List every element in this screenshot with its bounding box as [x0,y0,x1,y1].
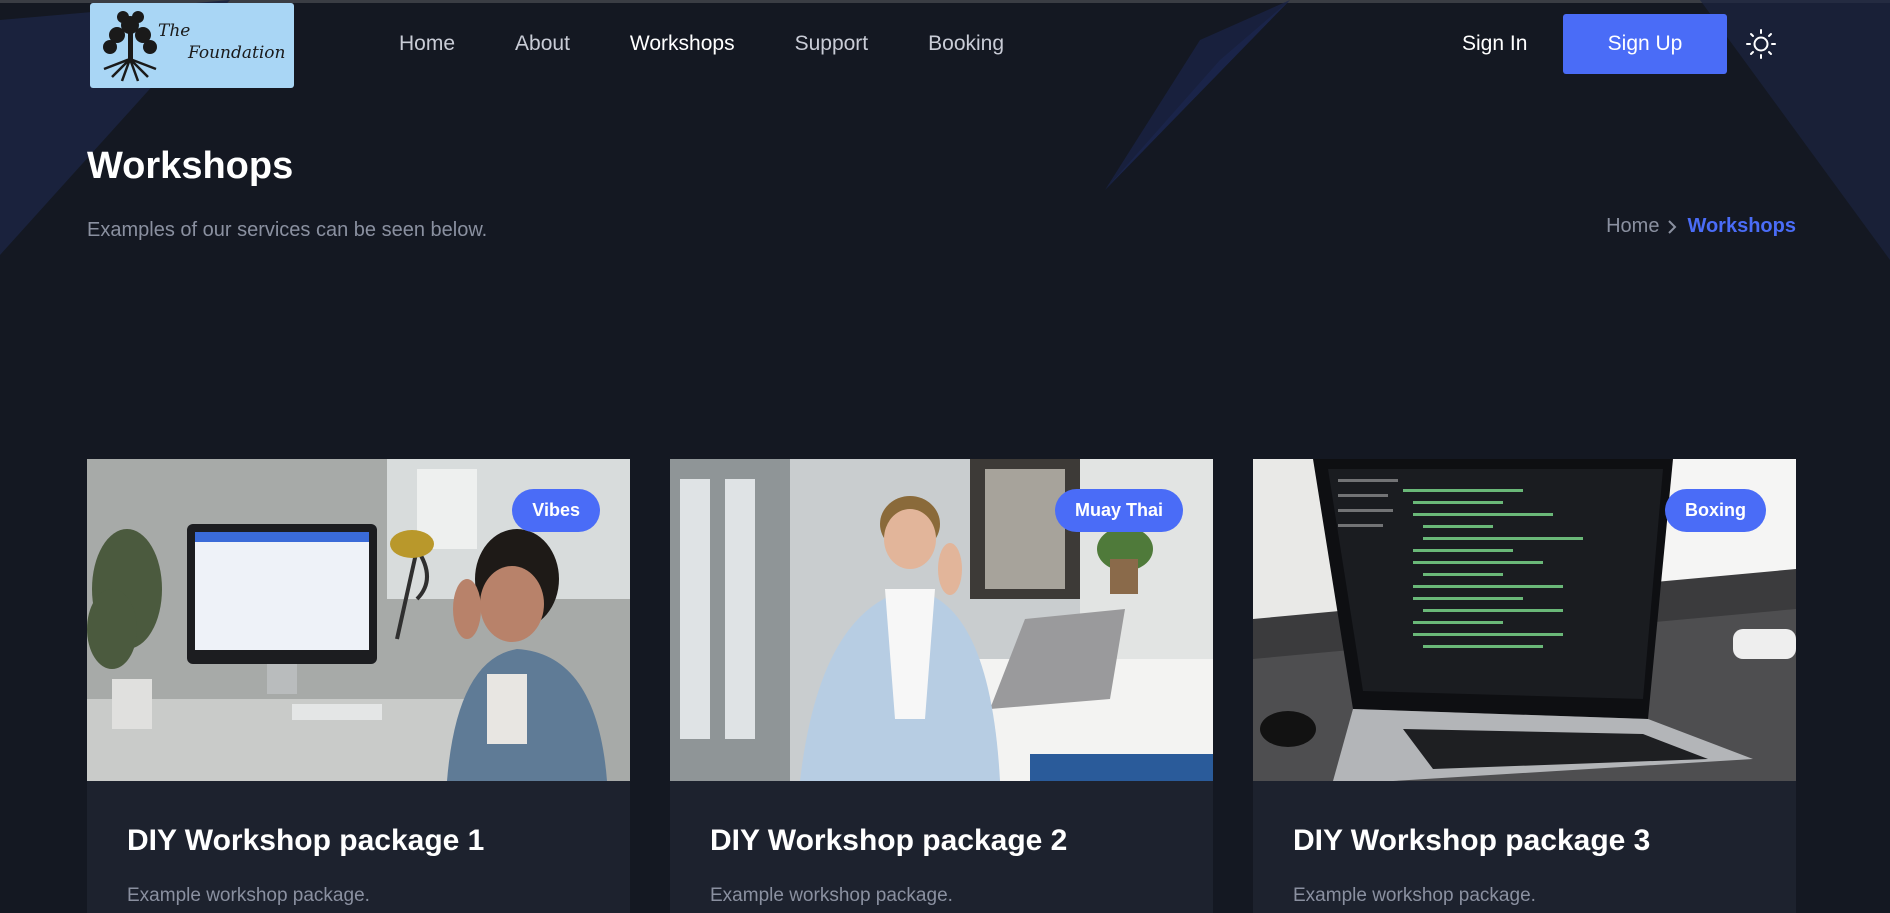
breadcrumb: Home Workshops [1606,215,1796,238]
card-description: Example workshop package. [1293,885,1536,906]
category-tag[interactable]: Vibes [512,489,600,532]
nav-booking[interactable]: Booking [928,29,1004,59]
breadcrumb-current: Workshops [1687,215,1796,237]
logo-text-line2: Foundation [187,43,285,63]
breadcrumb-home[interactable]: Home [1606,215,1659,238]
workshop-card[interactable]: Vibes DIY Workshop package 1 Example wor… [87,459,630,913]
page-subtitle: Examples of our services can be seen bel… [87,219,488,241]
nav-about[interactable]: About [515,29,570,59]
nav-workshops[interactable]: Workshops [630,29,735,59]
workshop-card[interactable]: Muay Thai DIY Workshop package 2 Example… [670,459,1213,913]
nav-support[interactable]: Support [795,29,869,59]
sign-in-link[interactable]: Sign In [1462,29,1527,59]
card-title[interactable]: DIY Workshop package 3 [1293,824,1650,858]
category-tag[interactable]: Boxing [1665,489,1766,532]
page-title: Workshops [87,145,294,187]
category-tag[interactable]: Muay Thai [1054,489,1183,532]
card-description: Example workshop package. [127,885,370,906]
card-image-man-at-desk[interactable]: Vibes [87,459,630,781]
chevron-right-icon [1667,219,1677,234]
sign-up-button[interactable]: Sign Up [1563,14,1727,74]
main-nav: Home About Workshops Support Booking [399,29,1064,59]
card-image-laptop-code[interactable]: Boxing [1253,459,1796,781]
site-logo[interactable]: The Foundation [90,3,294,88]
workshop-card[interactable]: Boxing DIY Workshop package 3 Example wo… [1253,459,1796,913]
card-title[interactable]: DIY Workshop package 1 [127,824,484,858]
workshop-cards: Vibes DIY Workshop package 1 Example wor… [87,459,1796,913]
logo-text-line1: The [158,21,190,41]
sun-icon[interactable] [1745,28,1777,60]
card-description: Example workshop package. [710,885,953,906]
card-title[interactable]: DIY Workshop package 2 [710,824,1067,858]
nav-home[interactable]: Home [399,29,455,59]
card-image-man-on-phone[interactable]: Muay Thai [670,459,1213,781]
